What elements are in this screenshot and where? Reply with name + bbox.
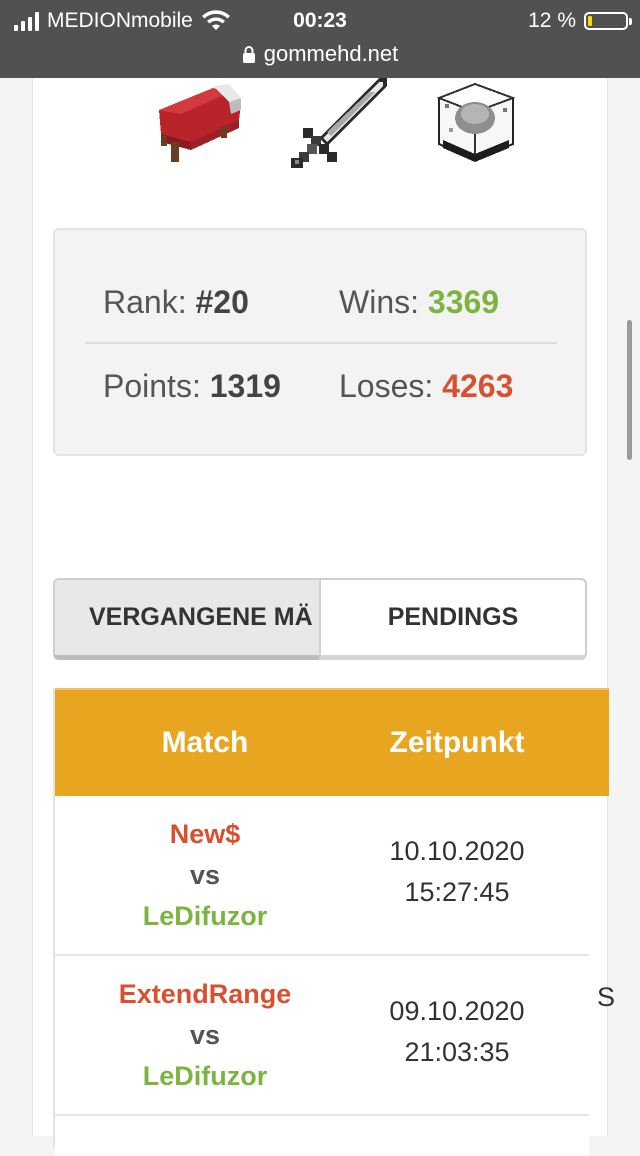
column-header-match[interactable]: Match [55,690,355,796]
match-date: 10.10.2020 [389,836,525,866]
table-row[interactable] [55,1116,589,1156]
player2-name[interactable]: LeDifuzor [55,896,355,937]
vs-label: vs [189,1020,221,1050]
scroll-indicator[interactable] [627,320,632,460]
battery-percent: 12 % [528,9,576,32]
rank-label: Rank: [103,284,187,320]
wins-label: Wins: [339,284,419,320]
url-text: gommehd.net [263,41,399,66]
match-cell: ExtendRange vs LeDifuzor [55,956,355,1114]
clipped-column-text: S [597,982,616,1012]
column-header-zeitpunkt[interactable]: Zeitpunkt [355,690,559,796]
table-row[interactable]: New$ vs LeDifuzor 10.10.2020 15:27:45 [55,796,589,956]
glass-block-icon[interactable] [429,78,521,168]
match-time: 15:27:45 [404,877,510,907]
vs-label: vs [189,860,221,890]
loses-value: 4263 [442,368,514,404]
wins-stat: Wins: 3369 [339,284,499,321]
tab-pendings[interactable]: PENDINGS [319,578,587,660]
points-label: Points: [103,368,201,404]
player-stats: Rank: #20 Wins: 3369 Points: 1319 Loses:… [53,228,587,456]
match-tabs: VERGANGENE MÄ PENDINGS [53,578,587,664]
battery-info: 12 % [528,6,632,36]
player2-name[interactable]: LeDifuzor [55,1056,355,1097]
match-cell: New$ vs LeDifuzor [55,796,355,954]
stats-divider [85,342,557,344]
matches-table: Match Zeitpunkt New$ vs LeDifuzor 10.10.… [53,688,615,1156]
points-stat: Points: 1319 [103,368,281,405]
battery-fill [588,16,592,26]
lock-icon [242,46,255,63]
rank-value: #20 [195,284,249,320]
battery-icon [584,12,632,30]
table-header: Match Zeitpunkt [55,688,609,796]
match-date: 09.10.2020 [389,996,525,1026]
rank-stat: Rank: #20 [103,284,249,321]
points-value: 1319 [209,368,281,404]
status-bar: MEDIONmobile 00:23 12 % gommehd.net [0,0,640,78]
time-cell: 09.10.2020 21:03:35 [355,956,559,1114]
tab-past-matches-label: VERGANGENE MÄ [89,603,313,631]
page-content: Rank: #20 Wins: 3369 Points: 1319 Loses:… [32,78,615,1156]
player1-name[interactable]: ExtendRange [55,974,355,1015]
address-bar[interactable]: gommehd.net [0,38,640,70]
table-row[interactable]: ExtendRange vs LeDifuzor 09.10.2020 21:0… [55,956,589,1116]
sword-icon[interactable] [283,78,387,170]
bed-icon[interactable] [151,80,243,164]
tab-pendings-label: PENDINGS [387,603,519,631]
player1-name[interactable]: New$ [55,814,355,855]
tab-past-matches[interactable]: VERGANGENE MÄ [53,578,321,660]
match-time: 21:03:35 [404,1037,510,1067]
loses-label: Loses: [339,368,434,404]
time-cell: 10.10.2020 15:27:45 [355,796,559,954]
wins-value: 3369 [427,284,500,320]
loses-stat: Loses: 4263 [339,368,513,405]
